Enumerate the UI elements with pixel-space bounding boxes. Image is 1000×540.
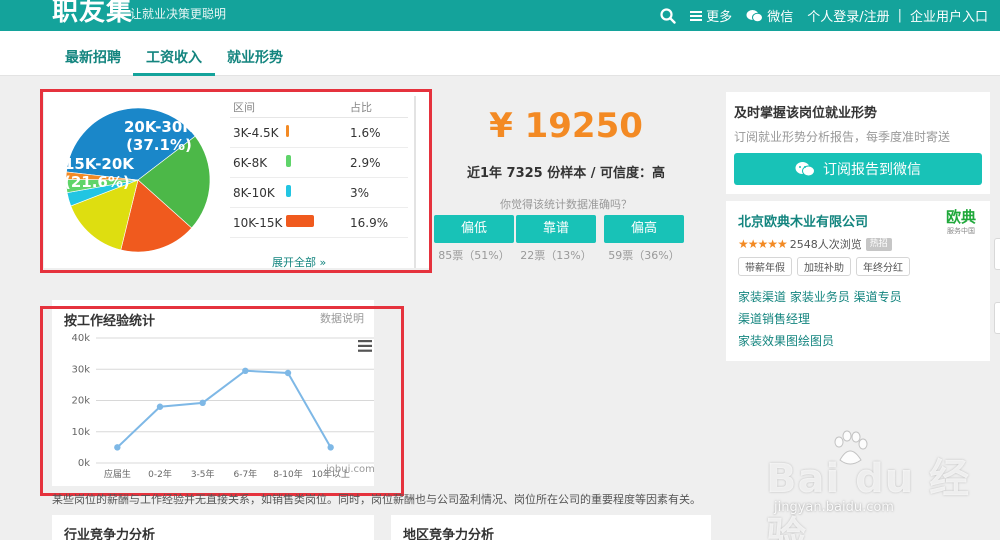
accuracy-question: 你觉得该统计数据准确吗？ — [500, 198, 632, 211]
vote-accurate-button[interactable]: 靠谱 — [516, 215, 596, 243]
nav-separator: | — [897, 8, 902, 23]
side-float-tab[interactable] — [994, 302, 1000, 334]
company-tag: 带薪年假 — [738, 257, 792, 276]
more-menu-button[interactable]: 更多 — [690, 6, 732, 25]
subscribe-button-label: 订阅报告到微信 — [823, 162, 921, 178]
vote-high-button[interactable]: 偏高 — [604, 215, 684, 243]
company-card: 北京欧典木业有限公司 欧典 服务中国 ★★★★★ 2548人次浏览 热招 带薪年… — [726, 201, 990, 361]
company-logo[interactable]: 欧典 服务中国 — [946, 209, 976, 236]
site-logo[interactable]: 职友集 — [52, 0, 133, 28]
company-views: 2548人次浏览 — [789, 238, 862, 251]
baidu-url: jingyan.baidu.com — [774, 500, 894, 515]
wechat-label: 微信 — [767, 10, 794, 25]
region-analysis-card: 地区竞争力分析 — [391, 515, 711, 540]
personal-login-link[interactable]: 个人登录/注册 — [807, 6, 889, 25]
sample-info: 近1年 7325 份样本 / 可信度：高 — [466, 166, 666, 181]
wechat-button[interactable]: 微信 — [746, 6, 793, 25]
salary-footnote: 某些岗位的薪酬与工作经验并无直接关系，如销售类岗位。同时，岗位薪酬也与公司盈利情… — [52, 493, 701, 506]
company-name[interactable]: 北京欧典木业有限公司 — [738, 211, 868, 230]
subscribe-title: 及时掌握该岗位就业形势 — [734, 106, 878, 121]
average-salary: ¥ 19250 — [489, 106, 643, 146]
company-logo-sub: 服务中国 — [946, 227, 975, 235]
search-icon[interactable] — [660, 7, 676, 24]
hamburger-icon — [690, 10, 703, 21]
tab-latest-jobs[interactable]: 最新招聘 — [65, 31, 121, 76]
company-tag: 年终分红 — [856, 257, 910, 276]
wechat-icon — [746, 9, 764, 22]
top-nav: 更多 微信 个人登录/注册 | 企业用户入口 — [646, 0, 988, 31]
sub-nav: 最新招聘 工资收入 就业形势 — [0, 31, 1000, 76]
vote-high-count: 59票（36%） — [608, 249, 680, 262]
vote-low-count: 85票（51%） — [438, 249, 510, 262]
highlight-box — [40, 89, 432, 273]
tab-employment[interactable]: 就业形势 — [227, 31, 283, 76]
baidu-brand: Bai du 经验 — [766, 456, 971, 540]
subscribe-card: 及时掌握该岗位就业形势 订阅就业形势分析报告，每季度准时寄送 订阅报告到微信 — [726, 92, 990, 194]
tab-salary[interactable]: 工资收入 — [133, 31, 215, 76]
industry-analysis-title: 行业竞争力分析 — [64, 528, 156, 540]
enterprise-login-link[interactable]: 企业用户入口 — [910, 6, 988, 25]
industry-analysis-card: 行业竞争力分析 — [52, 515, 374, 540]
company-tags: 带薪年假 加班补助 年终分红 — [738, 257, 915, 276]
baidu-watermark: Bai du 经验 jingyan.baidu.com — [762, 430, 992, 540]
subscribe-desc: 订阅就业形势分析报告，每季度准时寄送 — [734, 130, 951, 144]
side-float-tab[interactable] — [994, 238, 1000, 270]
job-link[interactable]: 家装渠道 家装业务员 渠道专员 — [738, 290, 902, 304]
hot-badge: 热招 — [865, 237, 892, 251]
job-link[interactable]: 家装效果图绘图员 — [738, 334, 834, 348]
company-tag: 加班补助 — [797, 257, 851, 276]
top-bar: 职友集 让就业决策更聪明 更多 微信 个人登录/注册 | 企业用户入口 — [0, 0, 1000, 31]
vote-low-button[interactable]: 偏低 — [434, 215, 514, 243]
site-slogan: 让就业决策更聪明 — [130, 7, 227, 21]
company-job-links: 家装渠道 家装业务员 渠道专员 渠道销售经理 家装效果图绘图员 — [738, 286, 902, 352]
more-label: 更多 — [706, 10, 733, 25]
highlight-box — [40, 306, 404, 496]
region-analysis-title: 地区竞争力分析 — [403, 528, 495, 540]
company-rating: ★★★★★ 2548人次浏览 热招 — [738, 236, 892, 252]
star-rating-icon: ★★★★★ — [738, 237, 788, 251]
company-logo-text: 欧典 — [945, 208, 976, 226]
job-link[interactable]: 渠道销售经理 — [738, 312, 810, 326]
subscribe-wechat-button[interactable]: 订阅报告到微信 — [734, 153, 982, 185]
wechat-icon — [795, 162, 815, 177]
vote-accurate-count: 22票（13%） — [520, 249, 592, 262]
salary-summary: ¥ 19250 近1年 7325 份样本 / 可信度：高 你觉得该统计数据准确吗… — [430, 92, 702, 268]
